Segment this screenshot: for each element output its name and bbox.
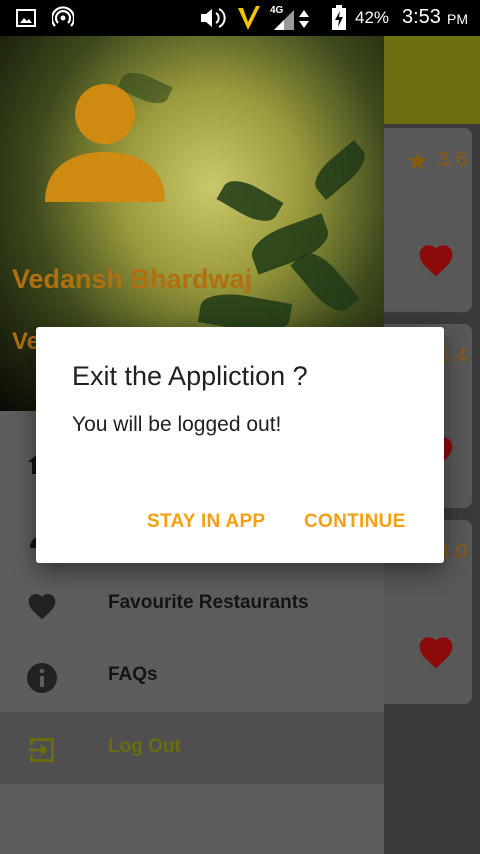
data-arrows-icon xyxy=(299,10,309,28)
menu-item-label: Favourite Restaurants xyxy=(108,592,309,613)
foliage-decoration xyxy=(308,139,372,201)
continue-button[interactable]: CONTINUE xyxy=(304,511,406,533)
signal-icon xyxy=(274,10,294,30)
menu-item-favourite-restaurants[interactable]: Favourite Restaurants xyxy=(0,568,384,640)
hotspot-icon xyxy=(52,6,74,27)
user-name: Vedansh Bhardwaj xyxy=(12,264,253,294)
info-icon xyxy=(27,663,57,693)
menu-item-label: FAQs xyxy=(108,664,158,685)
battery-percent: 42% xyxy=(355,8,390,27)
star-icon: ★ xyxy=(406,146,430,176)
dialog-title: Exit the Appliction ? xyxy=(72,361,308,391)
dialog-message: You will be logged out! xyxy=(72,413,282,436)
volume-icon xyxy=(201,8,226,28)
logout-icon xyxy=(29,738,54,762)
menu-item-faqs[interactable]: FAQs xyxy=(0,640,384,712)
battery-charging-icon xyxy=(332,5,346,30)
heart-icon[interactable] xyxy=(416,242,456,278)
card-rating: 3.6 xyxy=(438,148,468,171)
status-bar: 4G 42% 3:53 PM xyxy=(0,0,480,36)
v-logo-icon xyxy=(238,6,260,30)
stay-in-app-button[interactable]: STAY IN APP xyxy=(147,511,265,533)
menu-item-label: Log Out xyxy=(108,736,181,757)
foliage-decoration xyxy=(290,244,360,320)
menu-item-log-out[interactable]: Log Out xyxy=(0,712,384,784)
clock-ampm: PM xyxy=(447,11,468,27)
avatar[interactable] xyxy=(44,80,166,202)
foliage-decoration xyxy=(216,173,284,229)
exit-dialog: Exit the Appliction ? You will be logged… xyxy=(36,327,444,563)
heart-icon xyxy=(28,594,56,620)
clock: 3:53 xyxy=(402,6,441,28)
heart-icon[interactable] xyxy=(416,634,456,670)
image-icon xyxy=(16,9,36,27)
